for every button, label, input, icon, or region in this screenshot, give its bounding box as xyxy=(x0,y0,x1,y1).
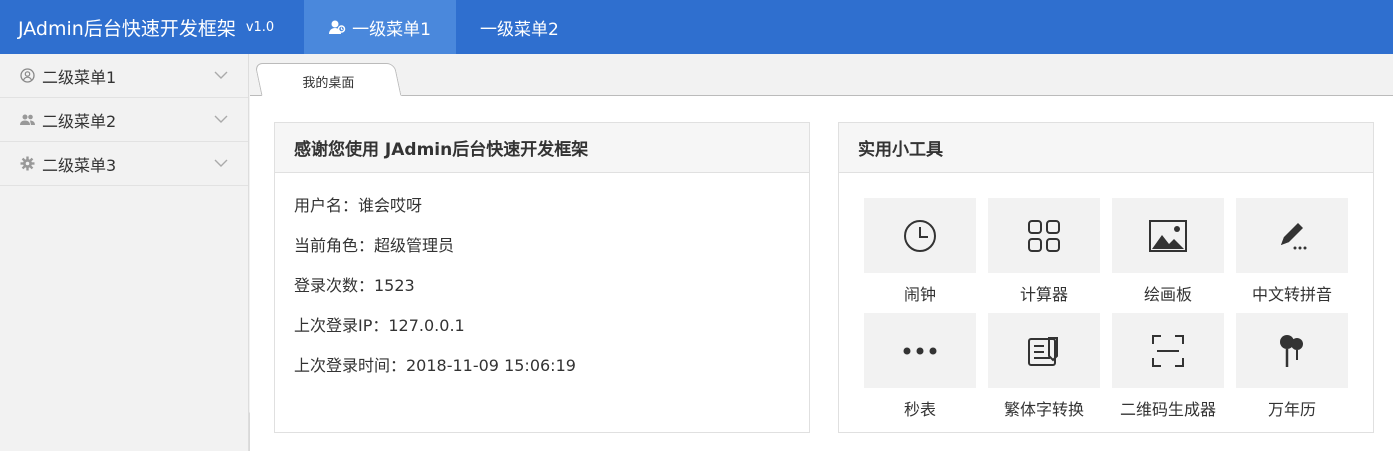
tool-label: 绘画板 xyxy=(1143,285,1192,304)
sidebar-item-label: 二级菜单3 xyxy=(42,155,117,175)
user-info: 用户名：谁会哎呀 当前角色：超级管理员 登录次数：1523 上次登录IP：127… xyxy=(275,173,809,386)
picture-icon xyxy=(1149,219,1187,252)
chevron-down-icon xyxy=(214,115,228,123)
sidebar-item-label: 二级菜单2 xyxy=(42,111,117,131)
gear-icon xyxy=(20,156,35,171)
tool-calendar[interactable]: 万年历 xyxy=(1236,313,1348,428)
scan-icon xyxy=(1152,334,1184,367)
chevron-down-icon xyxy=(214,71,228,79)
welcome-panel-title: 感谢您使用 JAdmin后台快速开发框架 xyxy=(275,123,809,173)
user-circle-icon xyxy=(20,68,35,83)
more-dots-icon xyxy=(903,347,937,354)
grid-apps-icon xyxy=(1028,219,1060,252)
pencil-icon xyxy=(1281,222,1307,249)
welcome-panel: 感谢您使用 JAdmin后台快速开发框架 用户名：谁会哎呀 当前角色：超级管理员… xyxy=(274,122,810,433)
balloon-pins-icon xyxy=(1280,334,1303,367)
app-logo[interactable]: JAdmin后台快速开发框架 v1.0 xyxy=(0,0,304,54)
tool-label: 秒表 xyxy=(903,400,936,419)
tool-drawing-board[interactable]: 绘画板 xyxy=(1112,198,1224,313)
top-header: JAdmin后台快速开发框架 v1.0 一级菜单1 一级菜单2 xyxy=(0,0,1393,54)
info-role: 当前角色：超级管理员 xyxy=(294,236,455,255)
top-nav: 一级菜单1 一级菜单2 xyxy=(304,0,583,54)
tool-traditional-convert[interactable]: 繁体字转换 xyxy=(988,313,1100,428)
edit-document-icon xyxy=(1028,336,1058,366)
sidebar-item-label: 二级菜单1 xyxy=(42,67,117,87)
chevron-down-icon xyxy=(214,159,228,167)
info-username: 用户名：谁会哎呀 xyxy=(294,196,423,215)
info-last-ip: 上次登录IP：127.0.0.1 xyxy=(294,316,465,335)
tool-label: 闹钟 xyxy=(903,285,936,304)
tool-label: 繁体字转换 xyxy=(1003,400,1084,419)
tool-stopwatch[interactable]: 秒表 xyxy=(864,313,976,428)
tool-label: 二维码生成器 xyxy=(1119,400,1216,419)
app-title: JAdmin后台快速开发框架 xyxy=(18,17,236,40)
tools-panel: 实用小工具 闹钟 计算器 绘画板 中文转拼音 秒表 繁体字转换 二维码生成器 万… xyxy=(838,122,1374,433)
tool-pinyin[interactable]: 中文转拼音 xyxy=(1236,198,1348,313)
tool-label: 计算器 xyxy=(1019,285,1068,304)
tool-calculator[interactable]: 计算器 xyxy=(988,198,1100,313)
sidebar-item-menu3[interactable]: 二级菜单3 xyxy=(0,142,248,186)
tab-bar: 我的桌面 xyxy=(250,54,1393,96)
info-login-count: 登录次数：1523 xyxy=(294,276,415,295)
sidebar: 二级菜单1 二级菜单2 二级菜单3 xyxy=(0,54,249,451)
sidebar-item-menu2[interactable]: 二级菜单2 xyxy=(0,98,248,142)
topnav-item-menu2[interactable]: 一级菜单2 xyxy=(456,0,583,54)
tool-alarm[interactable]: 闹钟 xyxy=(864,198,976,313)
info-last-login-time: 上次登录时间：2018-11-09 15:06:19 xyxy=(294,356,576,375)
users-icon xyxy=(20,112,35,127)
tool-label: 万年历 xyxy=(1267,400,1316,419)
tool-qrcode[interactable]: 二维码生成器 xyxy=(1112,313,1224,428)
topnav-item-menu1[interactable]: 一级菜单1 xyxy=(304,0,456,54)
users-group-icon xyxy=(329,19,346,36)
topnav-label: 一级菜单1 xyxy=(352,19,431,40)
sidebar-item-menu1[interactable]: 二级菜单1 xyxy=(0,54,248,98)
app-version: v1.0 xyxy=(245,19,275,35)
main-content: 感谢您使用 JAdmin后台快速开发框架 用户名：谁会哎呀 当前角色：超级管理员… xyxy=(250,96,1393,451)
tab-my-desktop[interactable]: 我的桌面 xyxy=(254,63,402,96)
tool-label: 中文转拼音 xyxy=(1251,285,1332,304)
tools-panel-title: 实用小工具 xyxy=(839,123,1373,173)
tab-label: 我的桌面 xyxy=(302,76,355,91)
topnav-label: 一级菜单2 xyxy=(480,19,559,40)
clock-icon xyxy=(904,219,936,252)
